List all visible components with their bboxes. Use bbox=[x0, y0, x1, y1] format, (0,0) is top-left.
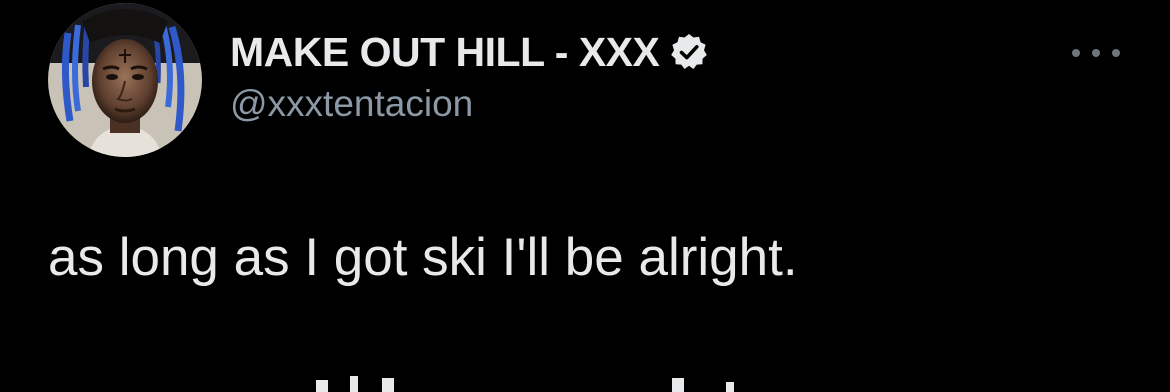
more-options-button[interactable] bbox=[1068, 38, 1124, 68]
more-dot-icon bbox=[1072, 49, 1080, 57]
more-dot-icon bbox=[1112, 49, 1120, 57]
truncated-content bbox=[48, 372, 1118, 392]
avatar-image bbox=[48, 3, 202, 157]
user-handle[interactable]: @xxxtentacion bbox=[230, 80, 709, 128]
verified-badge-icon bbox=[669, 32, 709, 72]
tweet-card: MAKE OUT HILL - XXX @xxxtentacion as lon… bbox=[0, 0, 1170, 392]
tweet-header: MAKE OUT HILL - XXX @xxxtentacion bbox=[230, 26, 709, 128]
display-name[interactable]: MAKE OUT HILL - XXX bbox=[230, 26, 660, 78]
more-dot-icon bbox=[1092, 49, 1100, 57]
avatar[interactable] bbox=[48, 3, 202, 157]
tweet-text: as long as I got ski I'll be alright. bbox=[48, 228, 798, 287]
name-row: MAKE OUT HILL - XXX bbox=[230, 26, 709, 78]
